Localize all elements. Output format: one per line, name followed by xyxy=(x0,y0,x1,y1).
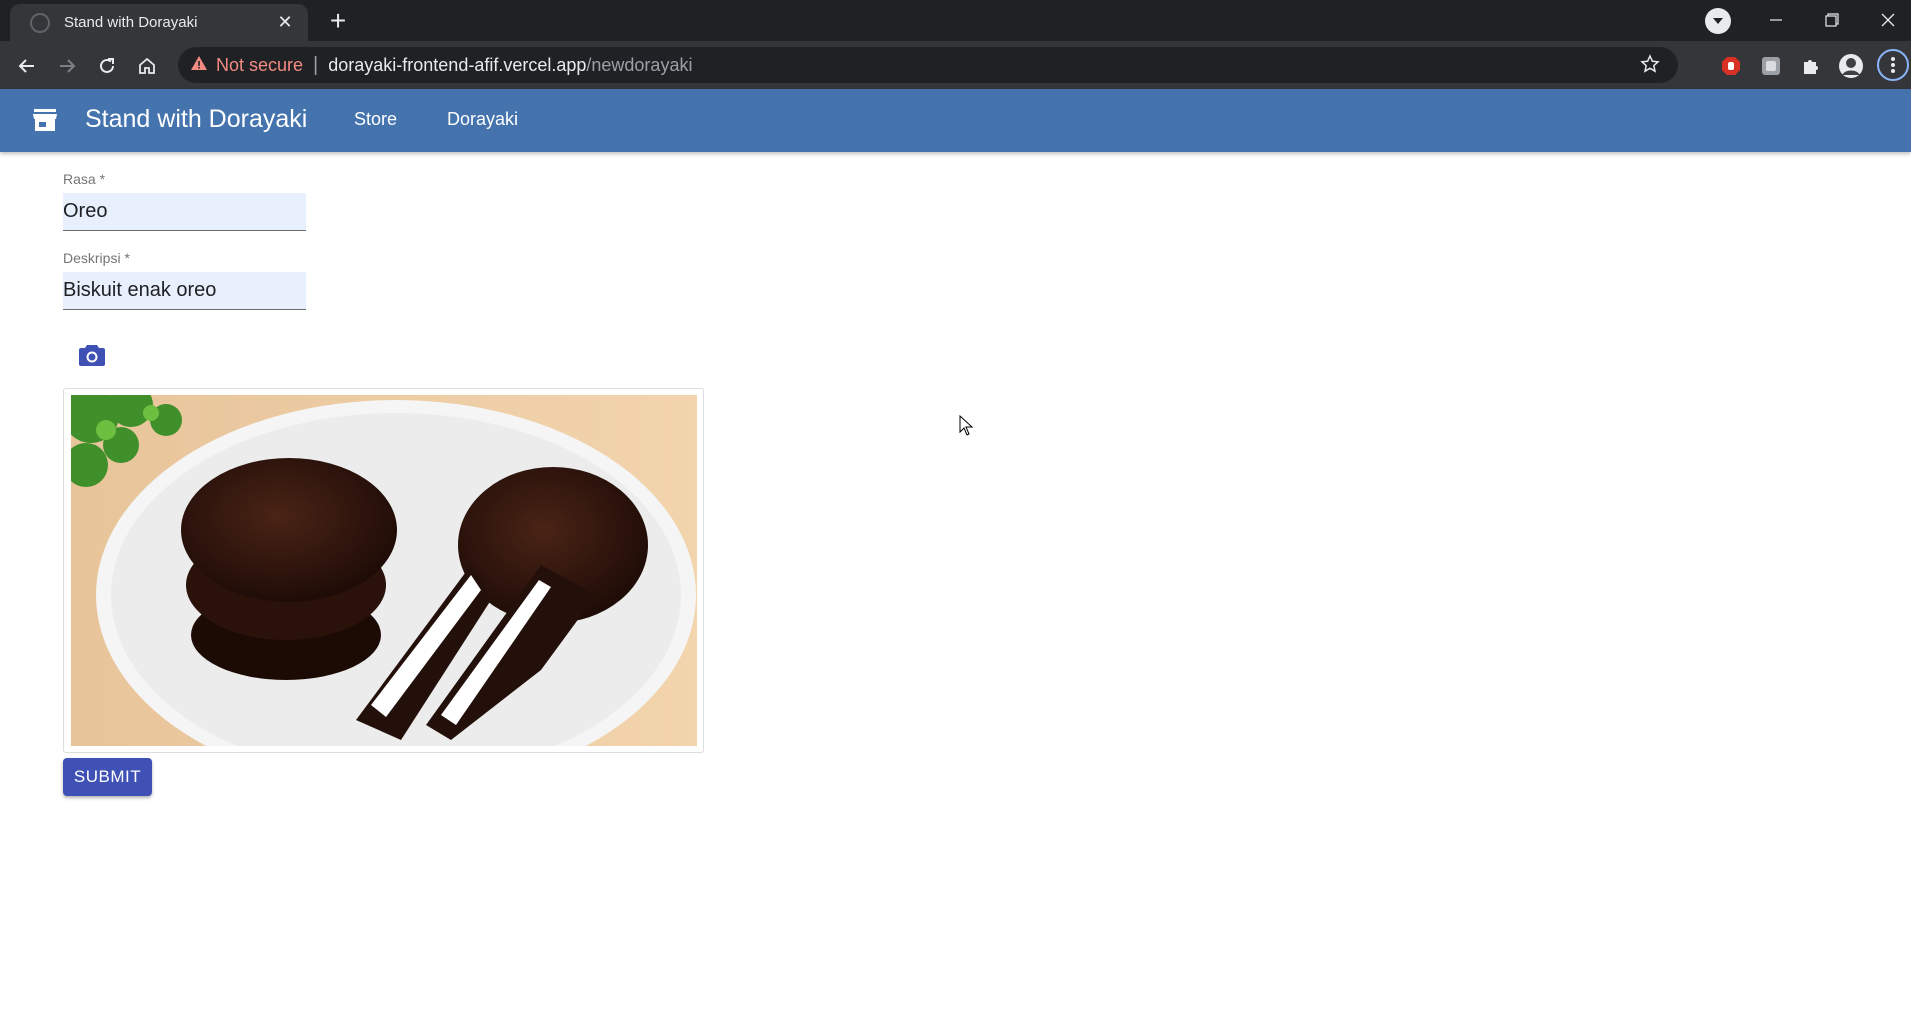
rasa-value: Oreo xyxy=(63,200,108,222)
window-close-icon[interactable] xyxy=(1860,0,1911,40)
home-icon[interactable] xyxy=(134,53,160,79)
deskripsi-input[interactable]: Biskuit enak oreo xyxy=(63,272,306,310)
url-path: /newdorayaki xyxy=(586,54,693,75)
bookmark-star-icon[interactable] xyxy=(1640,54,1660,79)
deskripsi-value: Biskuit enak oreo xyxy=(63,279,217,301)
address-bar[interactable]: Not secure | dorayaki-frontend-afif.verc… xyxy=(178,47,1678,83)
mouse-cursor-icon xyxy=(959,414,975,442)
rasa-label: Rasa * xyxy=(63,171,106,187)
nav-dorayaki-link[interactable]: Dorayaki xyxy=(447,109,518,130)
tab-search-icon[interactable] xyxy=(1705,8,1731,34)
deskripsi-label: Deskripsi * xyxy=(63,250,130,266)
browser-toolbar: Not secure | dorayaki-frontend-afif.verc… xyxy=(0,41,1911,89)
security-status[interactable]: Not secure xyxy=(216,55,303,76)
warning-icon xyxy=(190,55,208,76)
browser-tab[interactable]: Stand with Dorayaki ✕ xyxy=(10,4,308,41)
profile-avatar-icon[interactable] xyxy=(1838,53,1864,79)
extension-grey-icon[interactable] xyxy=(1758,53,1784,79)
back-icon[interactable] xyxy=(14,53,40,79)
image-preview xyxy=(63,388,704,753)
tab-close-icon[interactable]: ✕ xyxy=(274,12,296,33)
rasa-field: Rasa * Oreo xyxy=(63,171,306,231)
store-icon xyxy=(32,108,58,137)
url-host: dorayaki-frontend-afif.vercel.app xyxy=(328,54,587,75)
app-bar: Stand with Dorayaki Store Dorayaki xyxy=(0,89,1911,152)
url-separator: | xyxy=(313,53,319,76)
dorayaki-photo xyxy=(71,395,697,746)
submit-button[interactable]: SUBMIT xyxy=(63,758,152,796)
menu-kebab-icon[interactable] xyxy=(1877,49,1909,81)
minimize-icon[interactable] xyxy=(1748,0,1804,40)
tab-favicon-icon xyxy=(30,12,50,33)
browser-tabstrip: Stand with Dorayaki ✕ + xyxy=(0,0,1911,41)
new-tab-button[interactable]: + xyxy=(322,6,354,36)
rasa-input[interactable]: Oreo xyxy=(63,193,306,231)
restore-icon[interactable] xyxy=(1804,0,1860,40)
extensions-puzzle-icon[interactable] xyxy=(1798,53,1824,79)
nav-store-link[interactable]: Store xyxy=(354,109,397,130)
forward-icon[interactable] xyxy=(54,53,80,79)
tab-title: Stand with Dorayaki xyxy=(64,14,198,31)
camera-icon[interactable] xyxy=(78,343,108,371)
extension-adblock-icon[interactable] xyxy=(1718,53,1744,79)
reload-icon[interactable] xyxy=(94,53,120,79)
app-title[interactable]: Stand with Dorayaki xyxy=(85,105,307,134)
deskripsi-field: Deskripsi * Biskuit enak oreo xyxy=(63,250,306,310)
